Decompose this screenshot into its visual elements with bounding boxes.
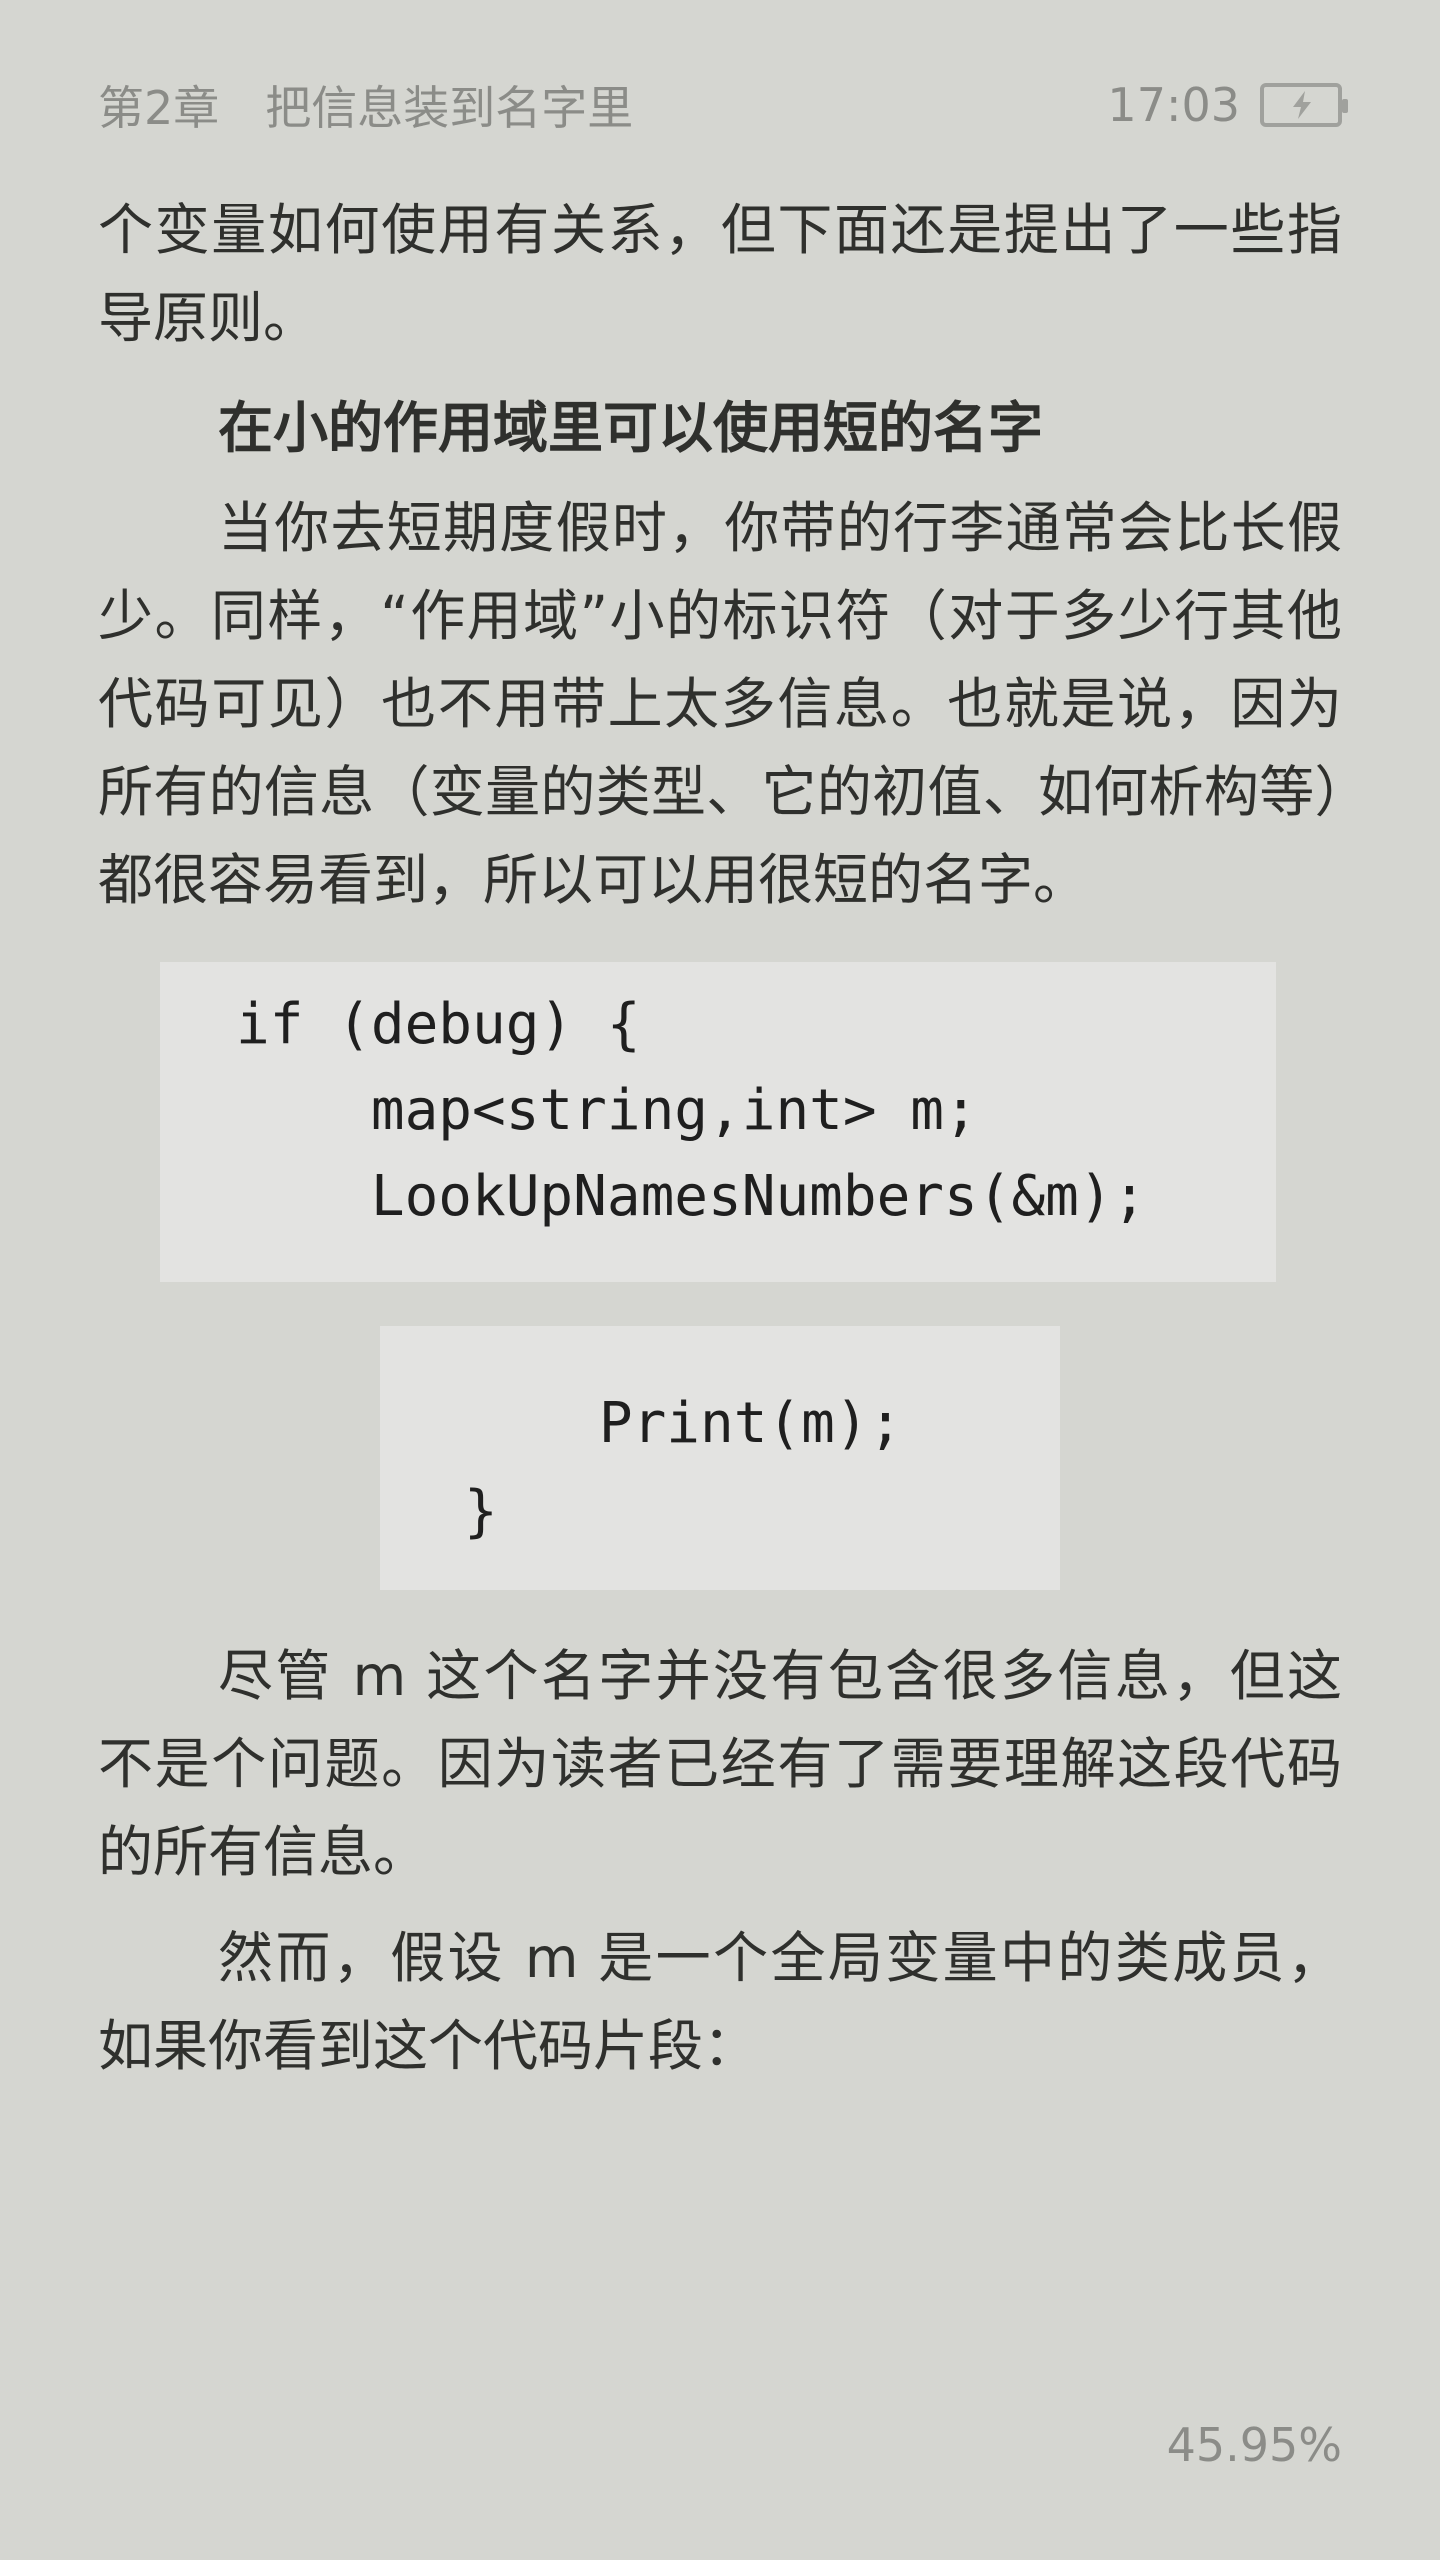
chapter-title: 第2章 把信息装到名字里 xyxy=(98,81,634,135)
battery-charging-icon xyxy=(1260,83,1348,127)
paragraph-global: 然而，假设 m 是一个全局变量中的类成员，如果你看到这个代码片段： xyxy=(98,1926,1342,2078)
section-heading: 在小的作用域里可以使用短的名字 xyxy=(218,396,1044,460)
status-bar: 第2章 把信息装到名字里 17:03 xyxy=(98,70,1348,140)
code-line: } xyxy=(464,1479,498,1544)
code-line: map<string,int> m; xyxy=(236,1078,978,1143)
paragraph-explanation: 尽管 m 这个名字并没有包含很多信息，但这不是个问题。因为读者已经有了需要理解这… xyxy=(98,1644,1342,1884)
code-snippet-2: Print(m);} xyxy=(380,1326,1060,1590)
reading-progress: 45.95% xyxy=(1166,2418,1342,2472)
clock: 17:03 xyxy=(1107,78,1240,132)
reading-content[interactable]: 个变量如何使用有关系，但下面还是提出了一些指导原则。 在小的作用域里可以使用短的… xyxy=(98,186,1342,2090)
paragraph-scope: 当你去短期度假时，你带的行李通常会比长假少。同样，“作用域”小的标识符（对于多少… xyxy=(98,496,1342,912)
code-line: LookUpNamesNumbers(&m); xyxy=(236,1164,1147,1229)
code-snippet-1: if (debug) { map<string,int> m; LookUpNa… xyxy=(160,962,1276,1282)
code-line: Print(m); xyxy=(464,1391,903,1456)
code-line: if (debug) { xyxy=(236,992,641,1057)
paragraph-continuation: 个变量如何使用有关系，但下面还是提出了一些指导原则。 xyxy=(98,198,1342,350)
status-right: 17:03 xyxy=(1107,78,1348,132)
